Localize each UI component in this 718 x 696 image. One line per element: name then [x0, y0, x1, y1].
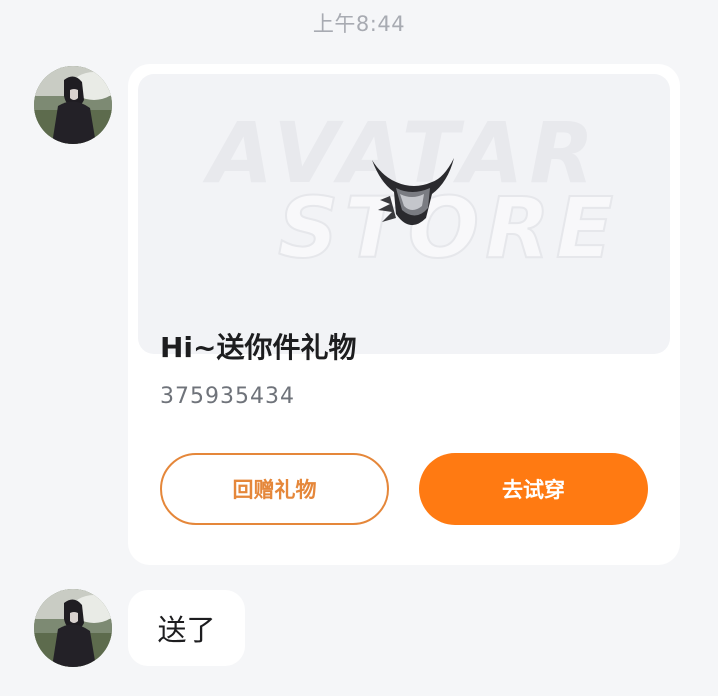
- try-on-button[interactable]: 去试穿: [419, 453, 648, 525]
- sender-avatar[interactable]: [34, 589, 112, 667]
- gift-title: Hi~送你件礼物: [160, 331, 357, 364]
- sender-avatar[interactable]: [34, 66, 112, 144]
- message-timestamp: 上午8:44: [312, 12, 406, 36]
- horned-mask-icon: [372, 158, 454, 226]
- gift-card[interactable]: AVATAR STORE Hi~送你件礼物 375935434 回赠礼物 去试穿: [128, 64, 680, 565]
- message-bubble[interactable]: 送了: [128, 590, 245, 666]
- avatar-photo-icon: [34, 589, 112, 667]
- message-text: 送了: [157, 613, 216, 647]
- gift-code: 375935434: [160, 384, 295, 409]
- avatar-photo-icon: [34, 66, 112, 144]
- return-gift-button[interactable]: 回赠礼物: [160, 453, 389, 525]
- gift-banner: AVATAR STORE: [138, 74, 670, 354]
